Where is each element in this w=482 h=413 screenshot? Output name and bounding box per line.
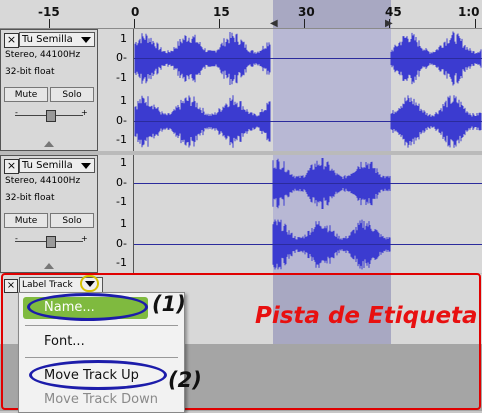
ruler-tick-label: 0 — [131, 5, 140, 19]
scale-label: -1 — [116, 256, 127, 269]
scale-label: 1 — [120, 217, 127, 230]
collapse-track-icon[interactable] — [44, 141, 54, 147]
track-1-name: Tu Semilla — [22, 34, 73, 45]
scale-label: 0- — [116, 176, 127, 189]
gain-slider-thumb[interactable] — [46, 110, 56, 122]
track-2-control-panel: × Tu Semilla Stereo, 44100Hz 32-bit floa… — [0, 155, 98, 273]
annotation-number-2: (2) — [168, 368, 202, 392]
scale-label: -1 — [116, 71, 127, 84]
scale-label: -1 — [116, 133, 127, 146]
chevron-down-icon — [81, 37, 91, 43]
collapse-track-icon[interactable] — [44, 263, 54, 269]
menu-item-font[interactable]: Font... — [19, 331, 184, 353]
track-1-name-menu[interactable]: Tu Semilla — [19, 32, 95, 47]
zero-axis — [134, 121, 482, 122]
track-1-bits: 32-bit float — [5, 67, 55, 77]
ruler-tick — [219, 19, 220, 28]
track-1-control-panel: × Tu Semilla Stereo, 44100Hz 32-bit floa… — [0, 29, 98, 151]
solo-button[interactable]: Solo — [50, 213, 94, 228]
scale-label: 0- — [116, 237, 127, 250]
track-2-waveform[interactable] — [134, 155, 482, 273]
track-1-vertical-ruler: 1 0- -1 1 0- -1 — [98, 29, 134, 151]
chevron-down-icon — [81, 163, 91, 169]
track-2-name-menu[interactable]: Tu Semilla — [19, 158, 95, 173]
scale-label: 1 — [120, 156, 127, 169]
ruler-tick — [475, 19, 476, 28]
scale-label: 0- — [116, 51, 127, 64]
ruler-tick-label: 45 — [385, 5, 402, 19]
annotation-number-1: (1) — [152, 292, 186, 316]
ruler-tick-label: -15 — [38, 5, 60, 19]
scale-label: 1 — [120, 94, 127, 107]
timeline-ruler[interactable]: -15 0 15 30 45 1:0 ◀ ▶ — [0, 0, 482, 29]
ruler-tick-label: 1:0 — [458, 5, 480, 19]
ruler-tick — [304, 19, 305, 28]
track-2-vertical-ruler: 1 0- -1 1 0- -1 — [98, 155, 134, 273]
ruler-tick-label: 15 — [213, 5, 230, 19]
mute-button[interactable]: Mute — [4, 87, 48, 102]
label-track-callout: Pista de Etiqueta — [255, 303, 478, 329]
ruler-tick — [49, 19, 50, 28]
waveform-graphic — [134, 31, 482, 148]
scale-label: 1 — [120, 32, 127, 45]
selection-start-marker-icon[interactable]: ◀ — [270, 18, 278, 29]
annotation-oval — [27, 293, 148, 321]
track-1-format: Stereo, 44100Hz — [5, 50, 81, 60]
scale-label: -1 — [116, 195, 127, 208]
scale-label: 0- — [116, 114, 127, 127]
waveform-graphic — [272, 158, 391, 270]
solo-button[interactable]: Solo — [50, 87, 94, 102]
mute-button[interactable]: Mute — [4, 213, 48, 228]
gain-slider-thumb[interactable] — [46, 236, 56, 248]
annotation-oval — [29, 360, 167, 390]
track-2-bits: 32-bit float — [5, 193, 55, 203]
track-1-waveform[interactable] — [134, 29, 482, 151]
close-icon[interactable]: × — [4, 159, 19, 174]
zero-axis — [134, 183, 482, 184]
zero-axis — [134, 58, 482, 59]
menu-divider — [25, 325, 178, 326]
ruler-tick — [134, 19, 135, 28]
ruler-selection — [273, 0, 391, 28]
zero-axis — [134, 244, 482, 245]
menu-divider — [25, 357, 178, 358]
close-icon[interactable]: × — [4, 33, 19, 48]
track-2-format: Stereo, 44100Hz — [5, 176, 81, 186]
selection-end-marker-icon[interactable]: ▶ — [385, 18, 393, 29]
track-2-name: Tu Semilla — [22, 160, 73, 171]
menu-item-move-down: Move Track Down — [44, 392, 158, 407]
ruler-tick-label: 30 — [298, 5, 315, 19]
